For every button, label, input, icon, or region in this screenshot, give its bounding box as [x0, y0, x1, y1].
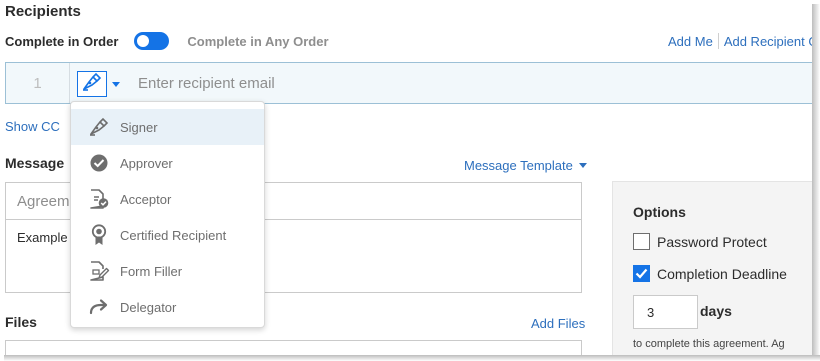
complete-in-order-label: Complete in Order	[5, 33, 119, 49]
completion-deadline-option[interactable]: Completion Deadline	[633, 265, 787, 282]
role-option-acceptor[interactable]: Acceptor	[71, 181, 264, 217]
ribbon-icon	[88, 224, 110, 246]
days-label: days	[700, 303, 732, 319]
message-body-input[interactable]: Example	[17, 230, 68, 245]
role-label: Acceptor	[120, 191, 172, 207]
role-selector-button[interactable]	[77, 70, 123, 98]
add-recipient-group-link[interactable]: Add Recipient G	[724, 34, 812, 49]
role-option-form-filler[interactable]: Form Filler	[71, 253, 264, 289]
completion-deadline-label: Completion Deadline	[657, 265, 787, 282]
recipient-actions: Add Me Add Recipient G	[668, 33, 812, 49]
options-heading: Options	[633, 204, 686, 220]
role-box	[77, 71, 107, 97]
signing-order-toggle[interactable]	[134, 32, 170, 50]
message-template-label: Message Template	[464, 158, 573, 173]
role-label: Approver	[120, 155, 173, 171]
password-protect-option[interactable]: Password Protect	[633, 233, 767, 250]
role-option-delegator[interactable]: Delegator	[71, 289, 264, 325]
toggle-knob	[137, 35, 150, 47]
form-edit-icon	[88, 260, 110, 282]
files-heading: Files	[5, 314, 37, 330]
files-dropzone[interactable]	[5, 340, 582, 355]
complete-any-order-label: Complete in Any Order	[187, 33, 329, 49]
role-label: Certified Recipient	[120, 227, 227, 243]
document-check-icon	[88, 188, 110, 210]
role-option-approver[interactable]: Approver	[71, 145, 264, 181]
chevron-down-icon	[578, 163, 587, 168]
deadline-note: to complete this agreement. Ag	[633, 338, 785, 350]
recipient-email-input[interactable]	[126, 63, 806, 103]
role-option-signer[interactable]: Signer	[71, 109, 264, 145]
link-divider	[717, 33, 719, 49]
message-heading: Message	[5, 155, 65, 171]
completion-deadline-checkbox[interactable]	[633, 265, 650, 282]
message-template-link[interactable]: Message Template	[464, 158, 587, 173]
password-protect-checkbox[interactable]	[633, 233, 650, 250]
signing-order-row: Complete in Order Complete in Any Order	[5, 32, 329, 50]
recipient-row: 1	[5, 62, 812, 104]
role-option-certified-recipient[interactable]: Certified Recipient	[71, 217, 264, 253]
add-files-link[interactable]: Add Files	[531, 316, 585, 331]
recipients-heading: Recipients	[5, 3, 81, 20]
send-agreement-panel: Recipients Complete in Order Complete in…	[0, 0, 812, 355]
chevron-down-icon	[112, 81, 120, 87]
role-label: Signer	[120, 119, 158, 135]
checkmark-icon	[635, 268, 648, 279]
window-shadow-bottom	[4, 355, 820, 361]
recipient-role-menu: Signer Approver Acceptor Certified Recip…	[70, 101, 265, 328]
forward-arrow-icon	[88, 296, 110, 318]
pen-icon	[88, 116, 110, 138]
options-panel: Options Password Protect Completion Dead…	[612, 181, 812, 355]
role-label: Form Filler	[120, 263, 183, 279]
role-label: Delegator	[120, 299, 177, 315]
recipient-order-number: 1	[6, 63, 70, 103]
add-me-link[interactable]: Add Me	[668, 34, 713, 49]
password-protect-label: Password Protect	[657, 233, 767, 250]
show-cc-link[interactable]: Show CC	[5, 119, 60, 134]
deadline-days-input[interactable]	[633, 295, 698, 329]
window-shadow-right	[812, 4, 820, 361]
check-circle-icon	[88, 152, 110, 174]
pen-icon	[81, 72, 103, 97]
